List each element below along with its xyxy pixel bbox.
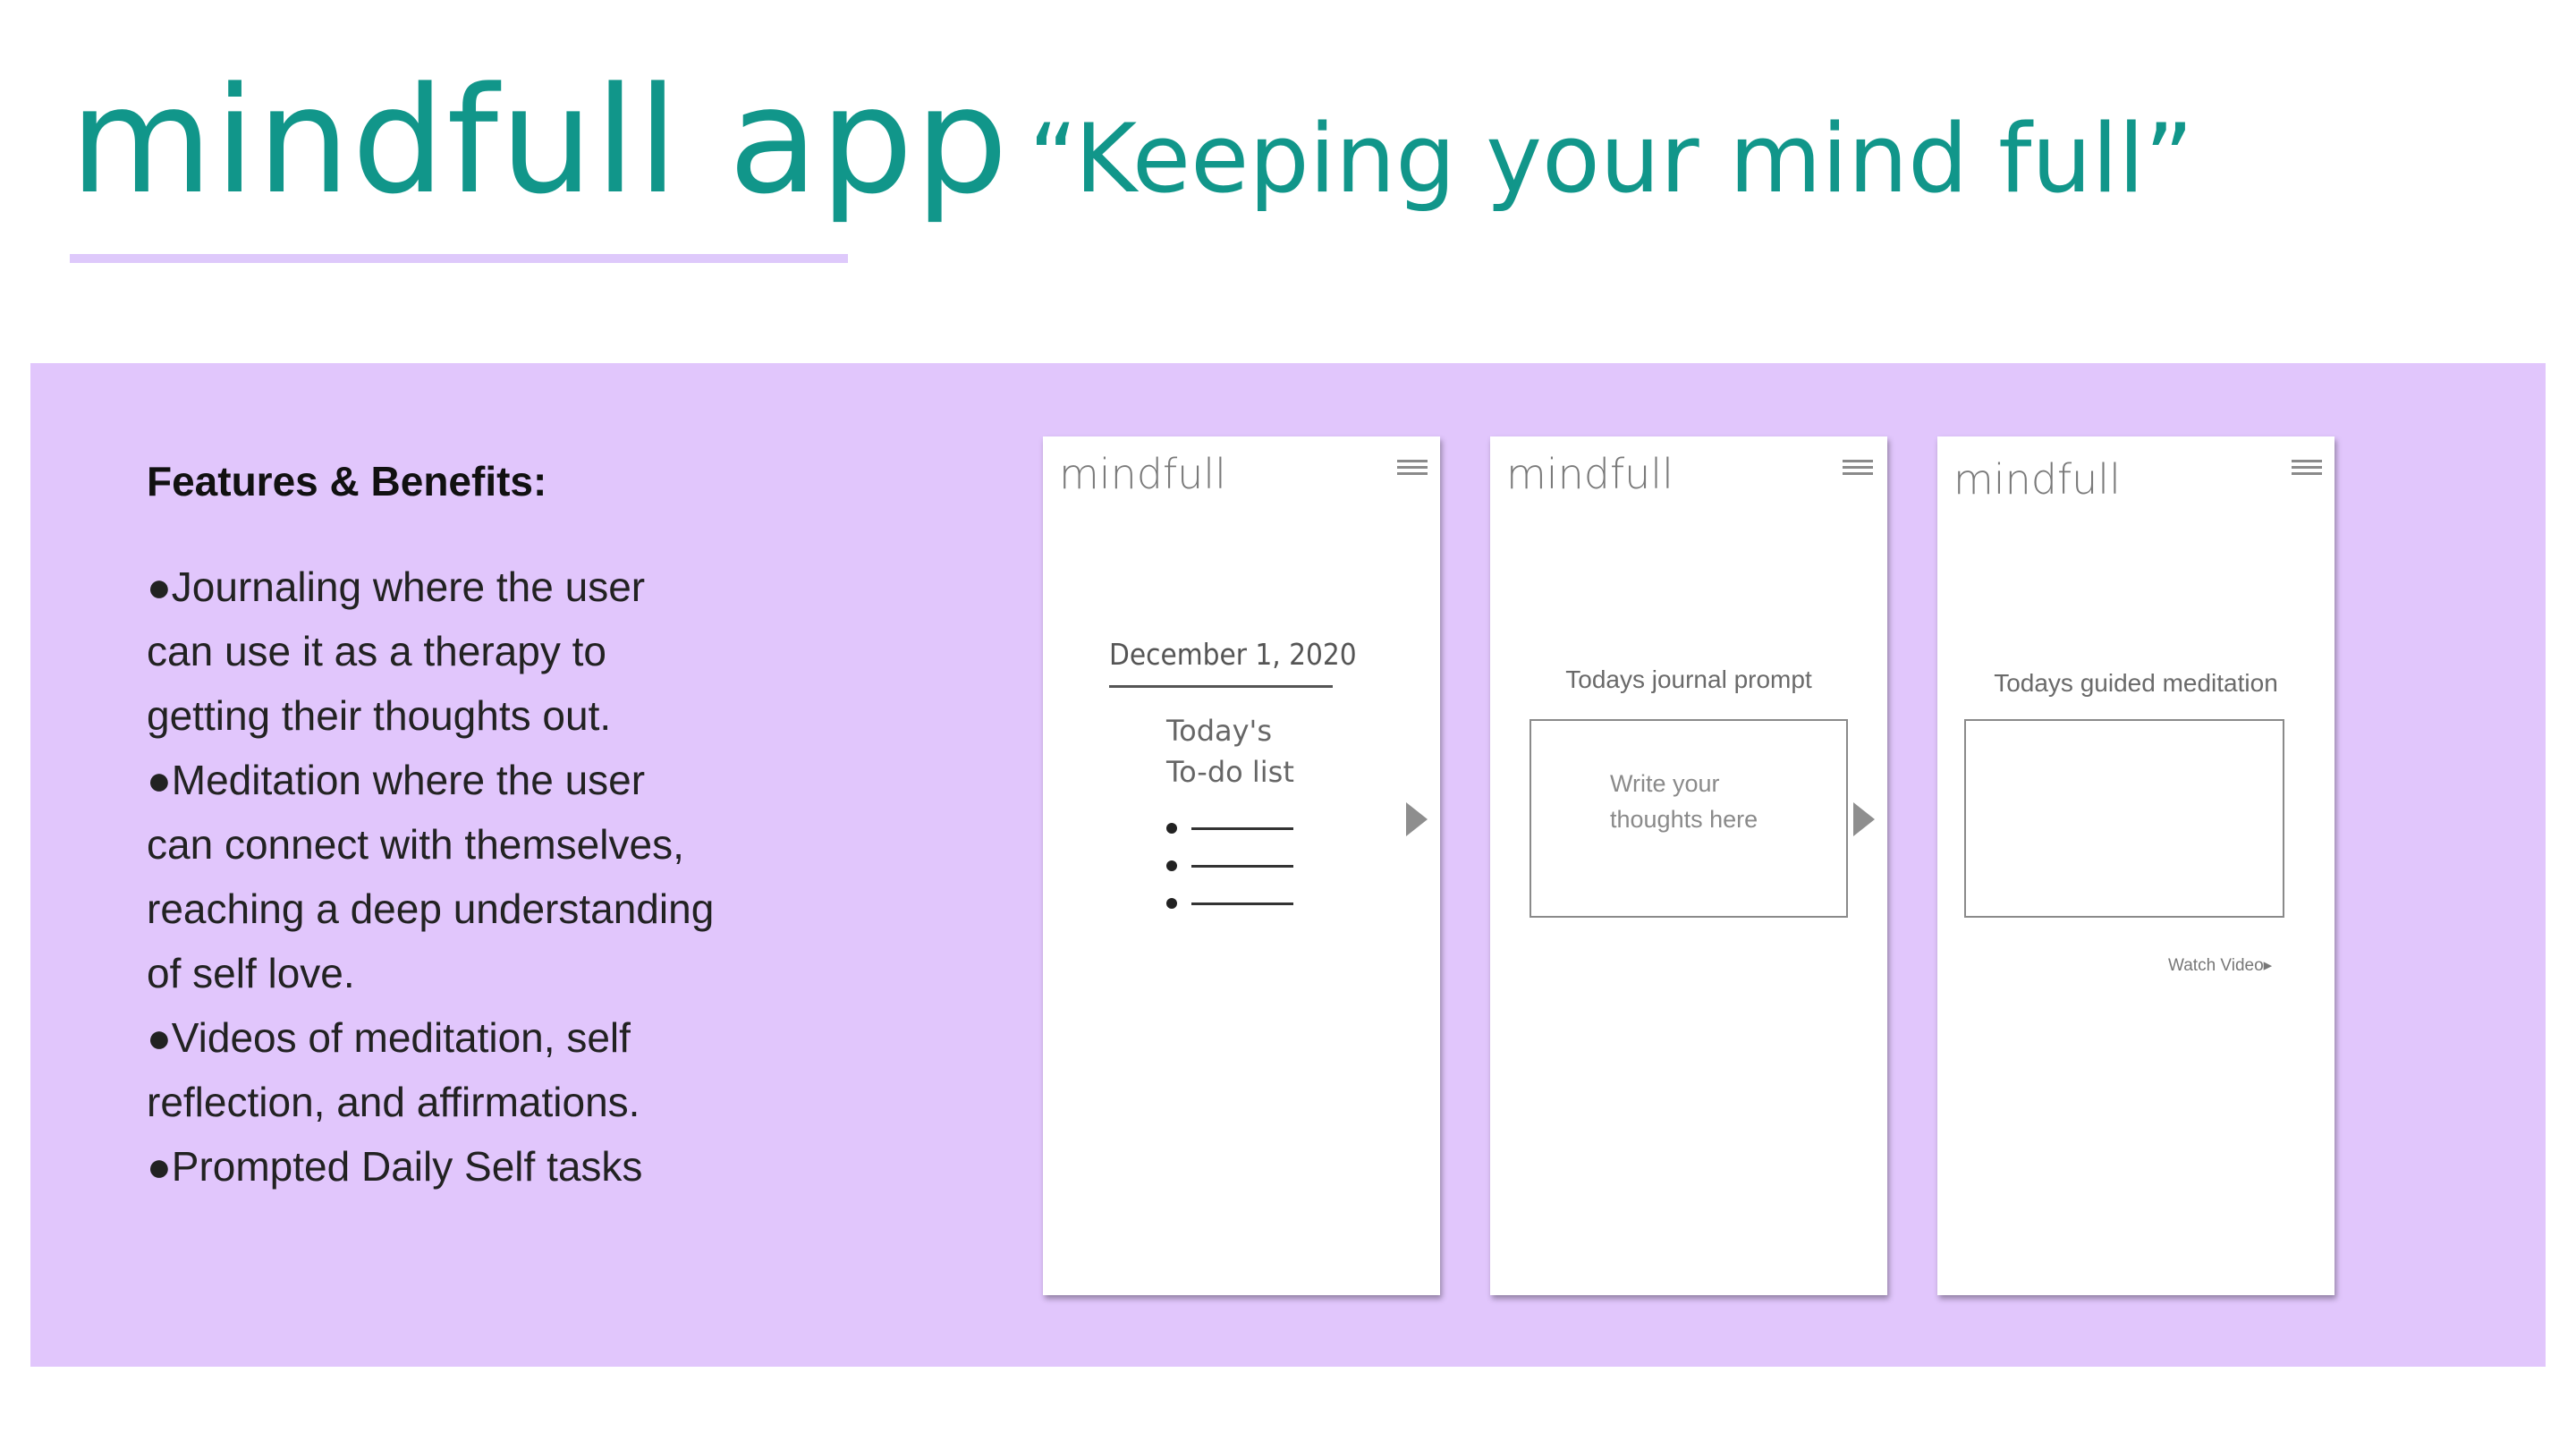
mockup-brand-logo: mindfull xyxy=(1059,450,1226,498)
feature-line: ●Videos of meditation, self xyxy=(147,1014,631,1061)
todo-heading: Today's To-do list xyxy=(1166,714,1294,789)
feature-line: getting their thoughts out. xyxy=(147,692,612,739)
todo-item[interactable] xyxy=(1166,898,1301,909)
mockup-brand-logo: mindfull xyxy=(1506,450,1674,498)
date-underline xyxy=(1109,685,1333,688)
mockup-meditation-screen: mindfull Todays guided meditation Watch … xyxy=(1937,436,2334,1295)
next-arrow-icon[interactable] xyxy=(1853,802,1875,836)
todo-item[interactable] xyxy=(1166,860,1301,871)
features-heading: Features & Benefits: xyxy=(147,458,547,504)
feature-line: ●Prompted Daily Self tasks xyxy=(147,1143,643,1190)
menu-icon[interactable] xyxy=(1843,460,1873,476)
journal-entry-box[interactable]: Write your thoughts here xyxy=(1530,719,1848,918)
features-list: ●Journaling where the user can use it as… xyxy=(147,555,826,1199)
bullet-icon xyxy=(1166,823,1177,834)
menu-icon[interactable] xyxy=(1397,460,1428,476)
mockup-brand-logo: mindfull xyxy=(1953,455,2121,504)
feature-line: reaching a deep understanding xyxy=(147,886,715,932)
meditation-label: Todays guided meditation xyxy=(1994,669,2278,697)
title-underline xyxy=(70,254,848,263)
bullet-icon xyxy=(1166,860,1177,871)
bullet-icon xyxy=(1166,898,1177,909)
mockup-todo-screen: mindfull December 1, 2020 Today's To-do … xyxy=(1043,436,1440,1295)
journal-placeholder: Write your thoughts here xyxy=(1610,770,1758,833)
feature-line: ●Meditation where the user xyxy=(147,757,646,803)
todo-line xyxy=(1191,865,1293,868)
feature-line: ●Journaling where the user xyxy=(147,564,646,610)
date-label: December 1, 2020 xyxy=(1109,637,1357,672)
watch-video-link[interactable]: Watch Video▸ xyxy=(2168,955,2272,977)
todo-item[interactable] xyxy=(1166,823,1301,834)
todo-line xyxy=(1191,827,1293,830)
feature-line: reflection, and affirmations. xyxy=(147,1079,640,1125)
menu-icon[interactable] xyxy=(2292,460,2322,476)
feature-line: can connect with themselves, xyxy=(147,821,684,868)
meditation-video-frame[interactable] xyxy=(1964,719,2284,918)
tagline: “Keeping your mind full” xyxy=(1029,104,2194,214)
feature-line: of self love. xyxy=(147,950,355,996)
journal-prompt-label: Todays journal prompt xyxy=(1565,665,1812,693)
app-title: mindfull app xyxy=(70,55,1011,226)
feature-line: can use it as a therapy to xyxy=(147,628,606,674)
next-arrow-icon[interactable] xyxy=(1406,802,1428,836)
mockup-journal-screen: mindfull Todays journal prompt Write you… xyxy=(1490,436,1887,1295)
todo-line xyxy=(1191,902,1293,905)
